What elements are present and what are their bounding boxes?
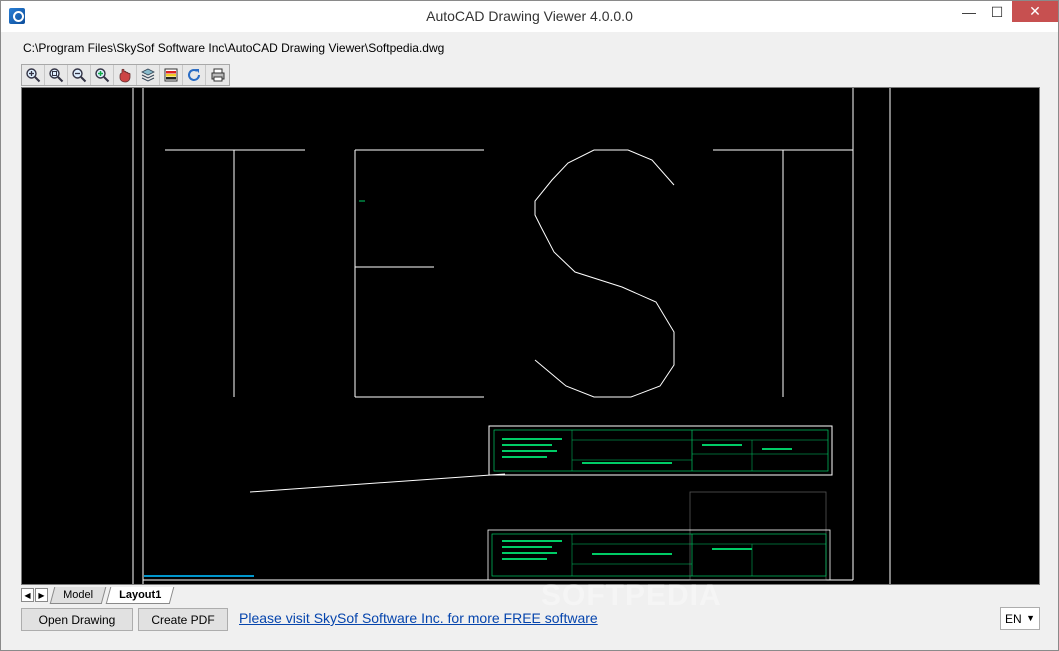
- language-select[interactable]: EN ▼: [1000, 607, 1040, 630]
- tab-prev-button[interactable]: ◀: [21, 588, 34, 602]
- app-window: AutoCAD Drawing Viewer 4.0.0.0 — ☐ ✕ C:\…: [0, 0, 1059, 651]
- close-button[interactable]: ✕: [1012, 1, 1058, 22]
- layout-tab-strip: ◀ ▶ Model Layout1: [21, 586, 175, 604]
- pan-icon: [119, 68, 131, 83]
- toolbar: [21, 64, 230, 86]
- refresh-icon: [188, 69, 200, 81]
- refresh-button[interactable]: [183, 65, 206, 85]
- title-bar: AutoCAD Drawing Viewer 4.0.0.0 — ☐ ✕: [1, 1, 1058, 32]
- layers-button[interactable]: [137, 65, 160, 85]
- tab-model[interactable]: Model: [49, 586, 107, 604]
- zoom-out-icon: [72, 68, 87, 83]
- open-drawing-button[interactable]: Open Drawing: [21, 608, 133, 631]
- print-button[interactable]: [206, 65, 229, 85]
- colors-icon: [164, 68, 178, 82]
- chevron-down-icon: ▼: [1026, 613, 1035, 623]
- language-value: EN: [1005, 611, 1022, 626]
- zoom-extents-button[interactable]: [91, 65, 114, 85]
- zoom-out-button[interactable]: [68, 65, 91, 85]
- layers-icon: [141, 68, 155, 82]
- title-block-1: [488, 425, 833, 476]
- letter-e: [354, 149, 484, 398]
- zoom-window-icon: [49, 68, 64, 83]
- maximize-button[interactable]: ☐: [984, 1, 1010, 23]
- colors-button[interactable]: [160, 65, 183, 85]
- create-pdf-button[interactable]: Create PDF: [138, 608, 228, 631]
- letter-s: [534, 149, 675, 398]
- zoom-extents-icon: [95, 68, 110, 83]
- letter-t-2: [713, 149, 853, 397]
- pan-button[interactable]: [114, 65, 137, 85]
- window-title: AutoCAD Drawing Viewer 4.0.0.0: [426, 8, 633, 24]
- tab-next-button[interactable]: ▶: [35, 588, 48, 602]
- zoom-window-button[interactable]: [45, 65, 68, 85]
- watermark: SOFTPEDIA: [541, 579, 722, 612]
- print-icon: [211, 68, 224, 82]
- minimize-button[interactable]: —: [956, 1, 982, 23]
- letter-t-1: [165, 149, 305, 397]
- title-block-2: [487, 529, 831, 581]
- promo-link[interactable]: Please visit SkySof Software Inc. for mo…: [239, 610, 598, 626]
- drawing-canvas[interactable]: [21, 87, 1040, 585]
- zoom-in-button[interactable]: [22, 65, 45, 85]
- tab-layout1[interactable]: Layout1: [105, 586, 175, 604]
- drawing-svg: [132, 88, 891, 584]
- zoom-in-icon: [26, 68, 41, 83]
- file-path-label: C:\Program Files\SkySof Software Inc\Aut…: [23, 41, 445, 55]
